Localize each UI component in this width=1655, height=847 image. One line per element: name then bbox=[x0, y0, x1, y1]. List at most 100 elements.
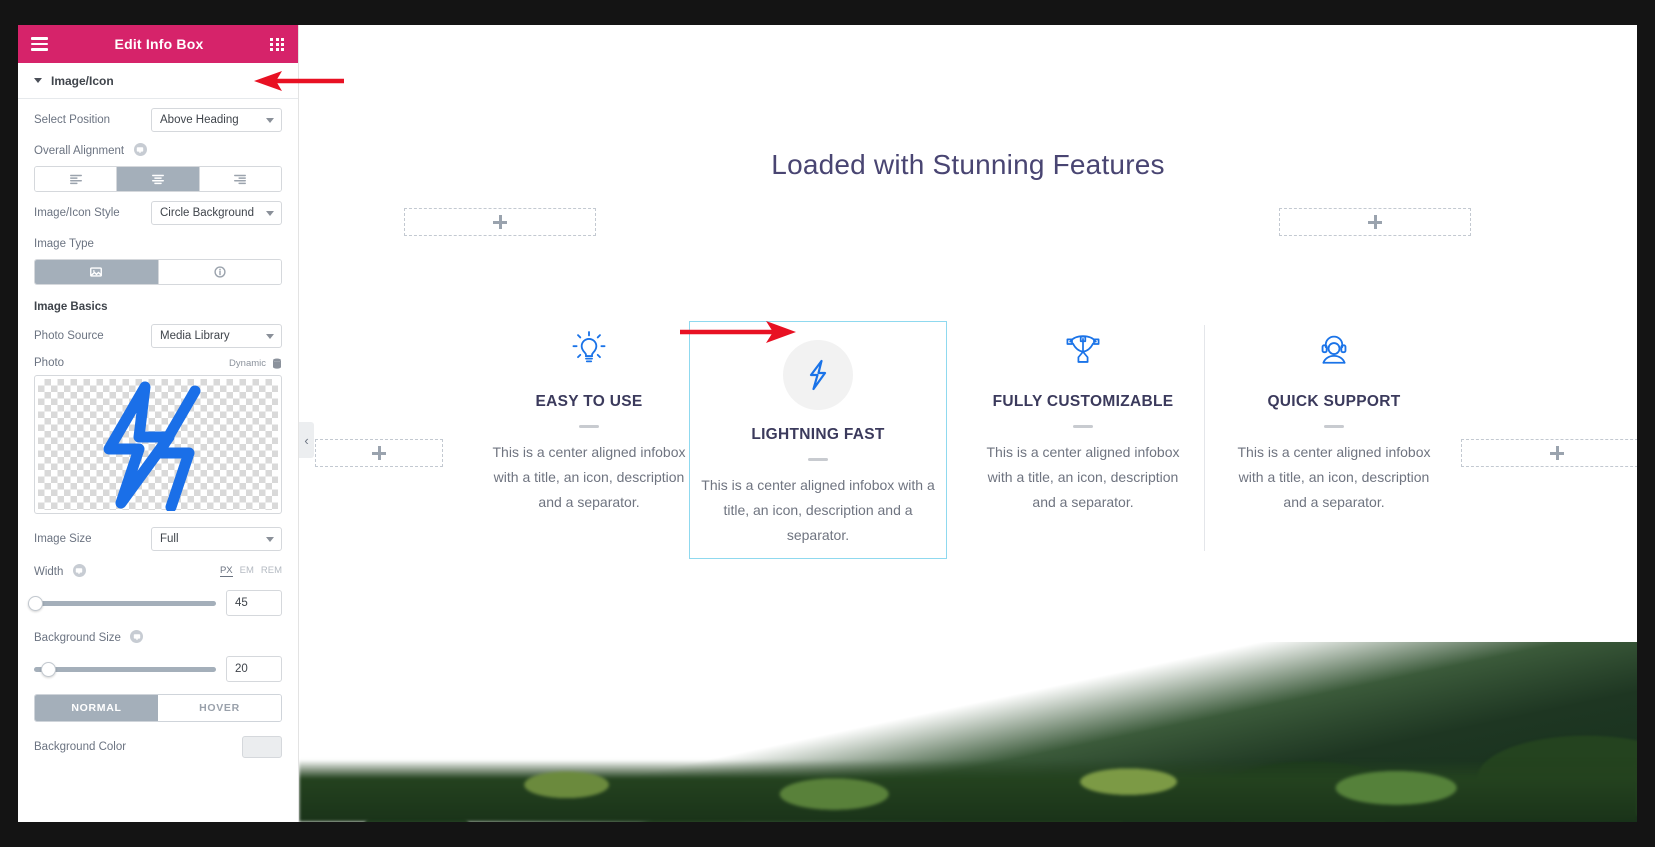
control-overall-alignment: Overall Alignment bbox=[18, 132, 298, 192]
editor-panel: Edit Info Box Image/Icon Select Position… bbox=[18, 25, 299, 822]
card-description: This is a center aligned infobox with a … bbox=[492, 444, 686, 510]
card-title: FULLY CUSTOMIZABLE bbox=[992, 393, 1174, 410]
width-slider-knob[interactable] bbox=[28, 595, 44, 611]
section-image-icon[interactable]: Image/Icon bbox=[18, 63, 298, 99]
background-color-label: Background Color bbox=[34, 741, 127, 753]
select-position-label: Select Position bbox=[34, 114, 111, 126]
control-image-icon-style: Image/Icon Style Circle Background bbox=[18, 192, 298, 225]
width-slider-track[interactable] bbox=[28, 595, 216, 611]
plus-icon bbox=[493, 215, 507, 229]
control-image-basics: Image Basics bbox=[18, 285, 298, 315]
card-title: EASY TO USE bbox=[535, 393, 643, 410]
panel-collapse-handle[interactable]: ‹ bbox=[299, 422, 314, 458]
preview-canvas: Loaded with Stunning Features ‹ EASY TO … bbox=[299, 25, 1637, 822]
double-lightning-bolt-image bbox=[103, 381, 201, 511]
background-size-value-input[interactable]: 20 bbox=[226, 656, 282, 682]
control-background-color: Background Color bbox=[18, 722, 298, 758]
overall-alignment-label: Overall Alignment bbox=[34, 145, 125, 157]
infobox-card-lightning-fast[interactable]: LIGHTNING FAST This is a center aligned … bbox=[689, 321, 947, 559]
align-center-button[interactable] bbox=[117, 167, 200, 191]
plus-icon bbox=[372, 446, 386, 460]
database-icon[interactable] bbox=[272, 358, 282, 369]
control-image-size: Image Size Full bbox=[18, 514, 298, 551]
image-option-button[interactable] bbox=[35, 260, 159, 284]
select-position-value: Above Heading bbox=[160, 114, 239, 126]
screenshot-root: Edit Info Box Image/Icon Select Position… bbox=[0, 0, 1655, 847]
card-separator bbox=[808, 458, 828, 461]
image-basics-label: Image Basics bbox=[34, 301, 108, 313]
image-icon-style-label: Image/Icon Style bbox=[34, 207, 120, 219]
control-image-type: Image Type bbox=[18, 225, 298, 285]
responsive-device-icon[interactable] bbox=[130, 630, 144, 644]
hamburger-icon[interactable] bbox=[31, 37, 48, 51]
panel-body: Select Position Above Heading Overall Al… bbox=[18, 99, 298, 822]
image-size-label: Image Size bbox=[34, 533, 92, 545]
unit-px[interactable]: PX bbox=[219, 565, 233, 577]
background-size-slider-knob[interactable] bbox=[41, 661, 57, 677]
control-background-size: Background Size 20 bbox=[18, 616, 298, 682]
responsive-device-icon[interactable] bbox=[133, 143, 147, 157]
image-icon-style-dropdown[interactable]: Circle Background bbox=[151, 201, 282, 225]
unit-em[interactable]: EM bbox=[240, 565, 254, 576]
photo-source-value: Media Library bbox=[160, 330, 230, 342]
control-width: Width PX EM REM 45 bbox=[18, 551, 298, 616]
column-divider bbox=[1204, 325, 1205, 551]
alignment-button-group bbox=[34, 166, 282, 192]
width-label: Width bbox=[34, 566, 64, 578]
background-size-slider-track[interactable] bbox=[34, 661, 216, 677]
image-icon-style-value: Circle Background bbox=[160, 207, 254, 219]
unit-rem[interactable]: REM bbox=[261, 565, 282, 576]
lightbulb-icon bbox=[489, 321, 689, 377]
chevron-down-icon bbox=[266, 211, 274, 216]
card-description: This is a center aligned infobox with a … bbox=[986, 444, 1180, 510]
photo-source-dropdown[interactable]: Media Library bbox=[151, 324, 282, 348]
infobox-card-easy-to-use[interactable]: EASY TO USE This is a center aligned inf… bbox=[479, 321, 699, 515]
control-select-position: Select Position Above Heading bbox=[18, 99, 298, 132]
add-section-mid-left[interactable] bbox=[315, 439, 443, 467]
icon-option-button[interactable] bbox=[158, 260, 281, 284]
width-unit-selector: PX EM REM bbox=[219, 565, 282, 577]
dynamic-tag-control[interactable]: Dynamic bbox=[229, 358, 282, 369]
card-title: LIGHTNING FAST bbox=[751, 426, 885, 443]
responsive-device-icon[interactable] bbox=[72, 564, 86, 578]
select-position-dropdown[interactable]: Above Heading bbox=[151, 108, 282, 132]
chevron-left-icon: ‹ bbox=[304, 432, 309, 448]
image-type-button-group bbox=[34, 259, 282, 285]
chevron-down-icon bbox=[266, 537, 274, 542]
tab-hover[interactable]: HOVER bbox=[158, 695, 281, 721]
panel-title: Edit Info Box bbox=[114, 36, 204, 52]
card-separator bbox=[1324, 425, 1344, 428]
background-color-swatch[interactable] bbox=[242, 736, 282, 758]
add-section-mid-right[interactable] bbox=[1461, 439, 1637, 467]
card-title: QUICK SUPPORT bbox=[1267, 393, 1401, 410]
photo-thumbnail[interactable] bbox=[34, 375, 282, 514]
infobox-card-quick-support[interactable]: QUICK SUPPORT This is a center aligned i… bbox=[1224, 321, 1444, 515]
card-description: This is a center aligned infobox with a … bbox=[701, 477, 935, 543]
panel-header: Edit Info Box bbox=[18, 25, 298, 63]
photo-label: Photo bbox=[34, 357, 65, 369]
headset-support-icon bbox=[1234, 321, 1434, 377]
infobox-card-fully-customizable[interactable]: FULLY CUSTOMIZABLE This is a center alig… bbox=[967, 321, 1199, 515]
plus-icon bbox=[1550, 446, 1564, 460]
control-photo: Photo Dynamic bbox=[18, 348, 298, 514]
control-state-tabs: NORMAL HOVER bbox=[18, 682, 298, 722]
align-left-button[interactable] bbox=[35, 167, 118, 191]
background-hillside-photo bbox=[299, 642, 1637, 822]
pen-tool-icon bbox=[977, 321, 1189, 377]
background-size-label: Background Size bbox=[34, 632, 121, 644]
width-value-input[interactable]: 45 bbox=[226, 590, 282, 616]
tab-normal[interactable]: NORMAL bbox=[35, 695, 158, 721]
image-size-value: Full bbox=[160, 533, 179, 545]
control-photo-source: Photo Source Media Library bbox=[18, 315, 298, 348]
align-right-button[interactable] bbox=[199, 167, 281, 191]
image-type-label: Image Type bbox=[34, 238, 94, 250]
state-tab-group: NORMAL HOVER bbox=[34, 694, 282, 722]
section-title: Image/Icon bbox=[51, 73, 114, 88]
lightning-bolt-icon bbox=[809, 359, 827, 391]
add-section-top-left[interactable] bbox=[404, 208, 596, 236]
grid-apps-icon[interactable] bbox=[270, 37, 285, 51]
card-description: This is a center aligned infobox with a … bbox=[1237, 444, 1431, 510]
image-size-dropdown[interactable]: Full bbox=[151, 527, 282, 551]
chevron-down-icon bbox=[34, 78, 42, 83]
add-section-top-right[interactable] bbox=[1279, 208, 1471, 236]
